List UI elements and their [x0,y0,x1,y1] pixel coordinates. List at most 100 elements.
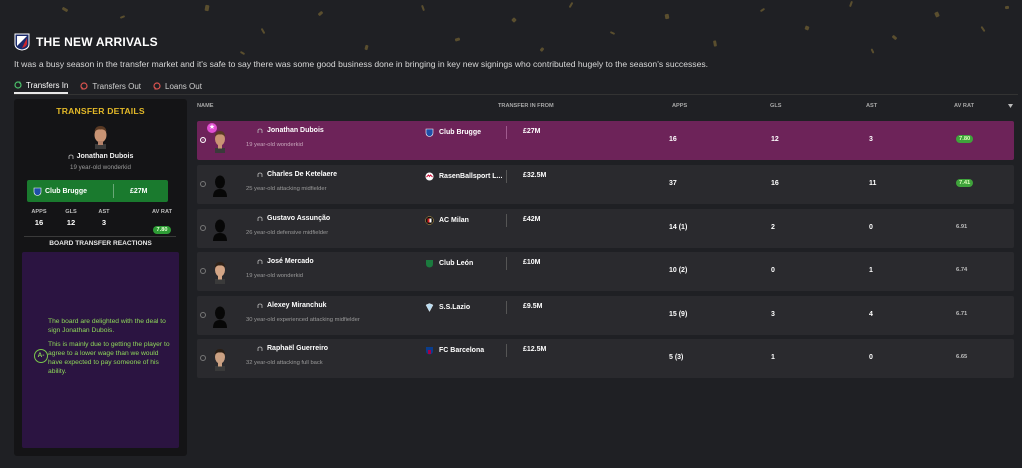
player-description: 32 year-old attacking full back [246,360,323,366]
player-name: Gustavo Assunção [267,215,331,222]
player-name-link[interactable]: Charles De Ketelaere [257,171,337,178]
board-reactions-box: A- The board are delighted with the deal… [22,252,179,448]
contract-icon [257,303,263,308]
player-name-link[interactable]: José Mercado [257,258,314,265]
stat-gls: GLS 12 [56,209,86,227]
col-header-apps[interactable]: APPS [672,103,687,109]
stat-avrat: AV RAT 7.80 [144,209,180,236]
stat-value: 16 [34,218,44,227]
stat-value: 12 [66,218,76,227]
table-row[interactable]: José Mercado 19 year-old wonderkid Club … [197,252,1014,291]
transfer-in-icon [14,81,22,89]
col-header-name[interactable]: NAME [197,103,213,109]
table-row[interactable]: Alexey Miranchuk 30 year-old experienced… [197,296,1014,335]
stat-label: AST [98,209,110,215]
ac-milan-badge-icon [425,216,434,225]
from-club-link[interactable]: AC Milan [425,216,469,225]
board-reaction-text: The board are delighted with the deal to… [48,317,172,381]
row-select-radio[interactable] [200,225,206,231]
club-crest-icon [14,33,30,51]
club-card-divider [113,184,114,198]
col-header-avrat[interactable]: AV RAT [954,103,974,109]
transfer-fee: £32.5M [523,172,547,179]
col-header-gls[interactable]: GLS [770,103,782,109]
player-name: Jonathan Dubois [267,127,324,134]
from-club-link[interactable]: Club León [425,259,473,268]
apps-value: 37 [669,180,677,187]
assists-value: 3 [869,136,873,143]
transfer-fee: £27M [523,128,541,135]
goals-value: 0 [771,267,775,274]
row-select-radio[interactable] [200,137,206,143]
rating-pill: 7.80 [152,226,172,234]
tab-loans-out[interactable]: Loans Out [153,78,202,94]
row-select-radio[interactable] [200,268,206,274]
player-name: Alexey Miranchuk [267,302,327,309]
avg-rating-value: 6.74 [956,267,968,273]
transfer-out-icon [80,82,88,90]
tab-label: Transfers In [26,80,69,90]
column-divider [506,126,507,139]
from-club-link[interactable]: RasenBallsport L... [425,172,502,181]
from-club-link[interactable]: Club Brugge [425,128,481,137]
player-description: 25 year-old attacking midfielder [246,186,327,192]
player-name-link[interactable]: Jonathan Dubois [257,127,324,134]
fc-barcelona-badge-icon [426,347,433,355]
panel-divider [24,236,176,237]
board-reactions-title: BOARD TRANSFER REACTIONS [49,240,152,247]
from-club-name: AC Milan [439,217,469,224]
assists-value: 1 [869,267,873,274]
player-name-link[interactable]: Gustavo Assunção [257,215,330,222]
table-row[interactable]: ★ Jonathan Dubois 19 year-old wonderkid … [197,121,1014,160]
avg-rating-value: 6.65 [956,354,968,360]
apps-value: 10 (2) [669,267,688,274]
player-name-link[interactable]: Raphaël Guerreiro [257,345,328,352]
row-select-radio[interactable] [200,181,206,187]
row-select-radio[interactable] [200,355,206,361]
stat-label: APPS [31,209,47,215]
lazio-badge-icon [425,303,434,312]
player-name-link[interactable]: Alexey Miranchuk [257,302,327,309]
col-header-ast[interactable]: AST [866,103,877,109]
table-row[interactable]: Gustavo Assunção 26 year-old defensive m… [197,209,1014,248]
contract-icon [257,128,263,133]
detail-player-desc: 19 year-old wonderkid [70,164,131,171]
detail-player-name[interactable]: Jonathan Dubois [14,153,187,160]
stat-label: AV RAT [152,209,172,215]
player-silhouette-icon [213,175,227,197]
column-divider [506,257,507,270]
club-brugge-badge-icon [33,187,42,196]
transfer-fee: £10M [523,259,541,266]
page-subtitle: It was a busy season in the transfer mar… [14,59,709,69]
transfer-fee: £42M [523,216,541,223]
from-club-link[interactable]: FC Barcelona [425,346,484,355]
detail-club-card[interactable]: Club Brugge £27M [27,180,168,202]
table-row[interactable]: Raphaël Guerreiro 32 year-old attacking … [197,339,1014,378]
assists-value: 0 [869,224,873,231]
player-description: 26 year-old defensive midfielder [246,230,329,236]
sort-desc-icon[interactable] [1008,104,1013,108]
col-header-from[interactable]: TRANSFER IN FROM [498,103,554,109]
player-portrait [215,349,225,371]
goals-value: 16 [771,180,779,187]
transfer-details-panel: TRANSFER DETAILS Jonathan Dubois 19 year… [14,99,187,456]
row-select-radio[interactable] [200,312,206,318]
contract-icon [257,346,263,351]
tab-transfers-in[interactable]: Transfers In [14,78,69,94]
apps-value: 15 (9) [669,311,688,318]
assists-value: 11 [869,180,877,187]
player-name: José Mercado [267,258,314,265]
transfer-fee: £12.5M [523,346,547,353]
from-club-link[interactable]: S.S.Lazio [425,303,470,312]
column-divider [506,301,507,314]
reaction-paragraph: This is mainly due to getting the player… [48,341,170,375]
table-row[interactable]: Charles De Ketelaere 25 year-old attacki… [197,165,1014,204]
avg-rating-value: 6.91 [956,224,968,230]
goals-value: 2 [771,224,775,231]
tab-transfers-out[interactable]: Transfers Out [80,78,141,94]
stat-apps: APPS 16 [24,209,54,227]
stat-label: GLS [65,209,77,215]
contract-icon [68,154,74,159]
contract-icon [257,259,263,264]
detail-club-name: Club Brugge [45,187,87,195]
